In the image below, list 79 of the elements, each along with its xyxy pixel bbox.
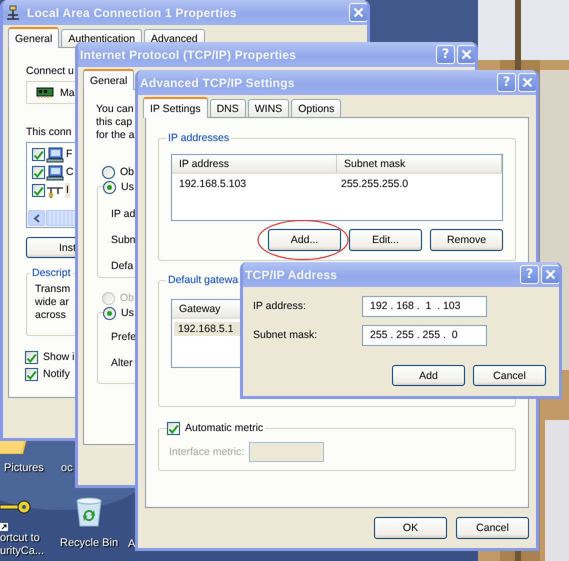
tab[interactable]: WINS	[248, 99, 290, 117]
column-header[interactable]: IP address	[172, 155, 337, 174]
close-button[interactable]	[518, 73, 536, 92]
window-title: TCP/IP Address	[245, 268, 338, 282]
close-icon	[545, 269, 556, 280]
push-button[interactable]: Edit...	[349, 229, 422, 251]
check-icon	[32, 167, 45, 178]
close-icon	[522, 77, 533, 88]
checkbox[interactable]	[32, 184, 45, 197]
check-icon	[25, 368, 38, 380]
tab[interactable]: General	[83, 69, 134, 90]
icon-label: oc	[61, 461, 73, 475]
tab[interactable]: IP Settings	[143, 97, 208, 118]
description-text: Transm	[35, 283, 70, 296]
icon-label: ortcut to	[0, 532, 40, 545]
table-cell[interactable]: 192.168.5.103	[175, 177, 337, 191]
tab[interactable]: Options	[291, 99, 342, 117]
item-label[interactable]: I	[65, 183, 70, 198]
tab[interactable]: DNS	[210, 99, 246, 117]
key-shortcut-icon	[0, 500, 32, 532]
table-cell[interactable]: 255.255.255.0	[337, 177, 499, 191]
group-label: Descript	[30, 266, 73, 280]
folder-icon	[0, 441, 26, 455]
field-label: Subn	[111, 233, 136, 247]
item-label[interactable]: F	[65, 147, 74, 162]
close-icon	[353, 7, 364, 18]
close-button[interactable]	[349, 3, 367, 22]
computer-icon	[46, 146, 64, 162]
ip-address-field[interactable]: 192 . 168 . 1 . 103	[362, 296, 487, 316]
push-button[interactable]: Cancel	[473, 365, 546, 386]
field-label: Interface metric:	[169, 445, 244, 459]
intro-text: for the a	[96, 129, 135, 142]
group-label: Default gatewa	[166, 273, 240, 287]
close-button[interactable]	[541, 265, 559, 284]
checkbox[interactable]	[32, 166, 45, 179]
close-icon	[461, 49, 472, 60]
field-label: Subnet mask:	[253, 328, 318, 342]
description-text: wide ar	[35, 296, 69, 309]
network-card-icon	[36, 86, 54, 98]
push-button[interactable]: OK	[374, 517, 447, 539]
push-button[interactable]: Add	[392, 365, 465, 386]
check-icon	[167, 422, 180, 434]
checkbox[interactable]	[32, 148, 45, 161]
check-icon	[32, 149, 45, 160]
window-title: Advanced TCP/IP Settings	[140, 76, 296, 90]
adapter-name: Ma	[60, 86, 75, 100]
icon-label: urityCa...	[0, 545, 44, 558]
icon-label: Pictures	[4, 461, 44, 475]
check-icon	[32, 185, 45, 196]
close-button[interactable]	[457, 45, 475, 64]
radio-button[interactable]: Us	[103, 306, 136, 320]
window-title: Internet Protocol (TCP/IP) Properties	[80, 48, 298, 62]
network-icon	[5, 4, 21, 20]
intro-text: You can	[96, 103, 135, 116]
field-label: IP address:	[253, 299, 307, 313]
recycle-bin-icon	[75, 497, 104, 527]
field-label: Alter	[111, 356, 133, 370]
field-label: IP ad	[111, 207, 136, 221]
field-label: Defa	[111, 259, 134, 273]
field-label: This conn	[26, 125, 72, 139]
radio-button[interactable]: Us	[103, 180, 136, 194]
checkbox[interactable]: Automatic metric	[167, 421, 266, 435]
field-label: Connect u	[26, 64, 74, 78]
ip-address-field[interactable]: 255 . 255 . 255 . 0	[362, 324, 487, 346]
tab[interactable]: General	[8, 27, 60, 48]
description-text: across	[35, 309, 66, 322]
intro-text: this cap	[96, 116, 134, 129]
push-button[interactable]: Add...	[268, 229, 341, 251]
column-header[interactable]: Subnet mask	[337, 155, 502, 174]
check-icon	[25, 352, 38, 362]
window-title: Local Area Connection 1 Properties	[27, 6, 238, 20]
computer-icon	[46, 164, 64, 180]
icon-label: Recycle Bin	[60, 536, 118, 550]
push-button[interactable]: Remove	[430, 229, 503, 251]
icon-label: A	[128, 537, 136, 551]
push-button[interactable]: Cancel	[456, 517, 529, 539]
scroll-left-button[interactable]	[28, 210, 45, 226]
field-label: Prefe	[111, 330, 136, 344]
item-label[interactable]: C	[65, 165, 75, 180]
